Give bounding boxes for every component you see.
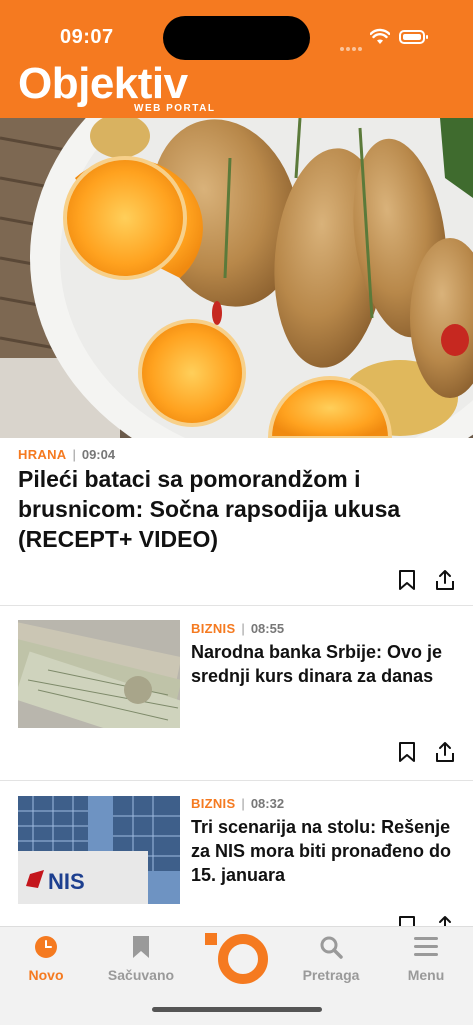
article-category[interactable]: BIZNIS	[191, 796, 235, 811]
dynamic-island	[163, 16, 310, 60]
article-title[interactable]: Narodna banka Srbije: Ovo je srednji kur…	[191, 640, 456, 688]
divider	[0, 605, 473, 606]
home-indicator[interactable]	[152, 1007, 322, 1012]
tab-label: Pretraga	[302, 967, 360, 983]
article-time: 08:55	[250, 621, 285, 636]
tab-label: Novo	[28, 967, 64, 983]
article-meta: BIZNIS | 08:32	[191, 796, 285, 811]
article-thumbnail[interactable]: NIS	[18, 796, 180, 904]
app-header: 09:07 Objektiv WEB PORTAL	[0, 0, 473, 118]
tab-pretraga[interactable]: Pretraga	[286, 927, 376, 997]
share-icon[interactable]	[434, 569, 456, 591]
divider	[0, 780, 473, 781]
tab-sacuvano[interactable]: Sačuvano	[96, 927, 186, 997]
status-time: 09:07	[60, 26, 114, 48]
bookmark-icon[interactable]	[396, 741, 418, 763]
article-category[interactable]: BIZNIS	[191, 621, 235, 636]
hero-time: 09:04	[81, 447, 116, 462]
signal-icon	[340, 38, 364, 51]
svg-text:NIS: NIS	[48, 869, 85, 894]
battery-icon	[399, 30, 428, 44]
article-time: 08:32	[250, 796, 285, 811]
hero-title[interactable]: Pileći bataci sa pomorandžom i brusnicom…	[18, 464, 458, 554]
hero-meta: HRANA | 09:04	[18, 447, 116, 462]
objektiv-logo-icon	[205, 933, 268, 984]
clock-icon	[35, 936, 57, 958]
article-meta: BIZNIS | 08:55	[191, 621, 285, 636]
tab-label: Menu	[407, 967, 445, 983]
tab-label: Sačuvano	[107, 967, 175, 983]
tab-novo[interactable]: Novo	[1, 927, 91, 997]
article-title[interactable]: Tri scenarija na stolu: Rešenje za NIS m…	[191, 815, 456, 887]
tab-menu[interactable]: Menu	[381, 927, 471, 997]
menu-icon	[414, 937, 438, 956]
bookmark-icon	[133, 936, 149, 958]
logo-subtitle: WEB PORTAL	[134, 103, 216, 114]
search-icon	[320, 936, 343, 959]
bookmark-icon[interactable]	[396, 569, 418, 591]
hero-category[interactable]: HRANA	[18, 447, 66, 462]
wifi-icon	[370, 28, 390, 44]
share-icon[interactable]	[434, 741, 456, 763]
objektiv-logo[interactable]: Objektiv	[18, 62, 188, 106]
article-thumbnail[interactable]	[18, 620, 180, 728]
tab-home-logo[interactable]	[191, 927, 281, 997]
hero-image[interactable]	[0, 118, 473, 438]
